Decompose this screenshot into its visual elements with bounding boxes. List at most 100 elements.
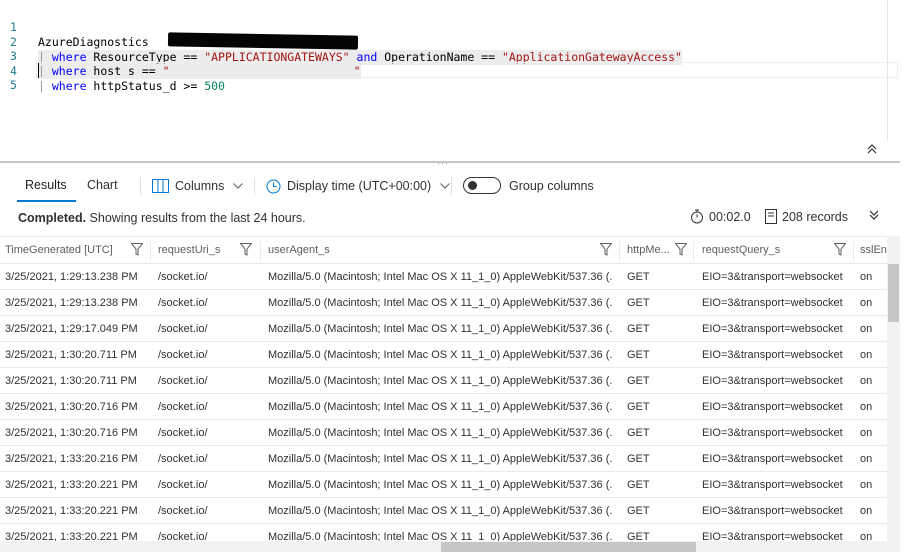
- table-row[interactable]: 3/25/2021, 1:33:20.216 PM/socket.io/Mozi…: [0, 446, 887, 472]
- chevron-down-icon: [233, 183, 244, 189]
- cell-requestquery: EIO=3&transport=websocket: [702, 531, 843, 541]
- cell-httpmethod: GET: [627, 505, 650, 517]
- filter-icon[interactable]: [131, 243, 143, 256]
- code-text: | where httpStatus_d >= 500: [38, 79, 225, 94]
- cell-timegenerated: 3/25/2021, 1:30:20.716 PM: [5, 401, 138, 413]
- column-header-sslenabled[interactable]: sslEna: [860, 244, 887, 256]
- column-header-httpmethod[interactable]: httpMe...: [627, 244, 670, 256]
- column-divider[interactable]: [260, 241, 261, 261]
- table-row[interactable]: 3/25/2021, 1:29:13.238 PM/socket.io/Mozi…: [0, 264, 887, 290]
- stopwatch-icon: [690, 209, 704, 224]
- table-row[interactable]: 3/25/2021, 1:30:20.716 PM/socket.io/Mozi…: [0, 394, 887, 420]
- cell-requestquery: EIO=3&transport=websocket: [702, 427, 843, 439]
- table-row[interactable]: 3/25/2021, 1:29:17.049 PM/socket.io/Mozi…: [0, 316, 887, 342]
- tab-results[interactable]: Results: [25, 178, 67, 192]
- column-divider[interactable]: [693, 241, 694, 261]
- toggle-switch[interactable]: [463, 177, 501, 194]
- query-duration: 00:02.0: [690, 209, 751, 224]
- number-literal: 500: [204, 79, 225, 93]
- cell-useragent: Mozilla/5.0 (Macintosh; Intel Mac OS X 1…: [268, 375, 613, 387]
- table-row[interactable]: 3/25/2021, 1:30:20.711 PM/socket.io/Mozi…: [0, 368, 887, 394]
- cell-httpmethod: GET: [627, 453, 650, 465]
- grid-vertical-scrollbar[interactable]: [887, 236, 900, 541]
- filter-icon[interactable]: [600, 243, 612, 256]
- cell-httpmethod: GET: [627, 479, 650, 491]
- table-row[interactable]: 3/25/2021, 1:33:20.221 PM/socket.io/Mozi…: [0, 498, 887, 524]
- records-value: 208 records: [782, 209, 849, 224]
- group-columns-toggle[interactable]: Group columns: [463, 177, 594, 194]
- cell-timegenerated: 3/25/2021, 1:29:13.238 PM: [5, 297, 138, 309]
- cell-httpmethod: GET: [627, 401, 650, 413]
- line-number: 5: [10, 78, 17, 92]
- scrollbar-thumb[interactable]: [441, 542, 696, 552]
- cell-requesturi: /socket.io/: [158, 479, 208, 491]
- code-line-5: 5: [0, 63, 900, 92]
- column-header-requesturi[interactable]: requestUri_s: [158, 244, 220, 256]
- cell-timegenerated: 3/25/2021, 1:33:20.221 PM: [5, 531, 138, 541]
- column-divider[interactable]: [150, 241, 151, 261]
- columns-button[interactable]: Columns: [152, 177, 244, 195]
- display-time-button[interactable]: Display time (UTC+00:00): [266, 177, 450, 195]
- toolbar-divider: [140, 177, 141, 195]
- cell-useragent: Mozilla/5.0 (Macintosh; Intel Mac OS X 1…: [268, 427, 613, 439]
- table-row[interactable]: 3/25/2021, 1:29:13.238 PM/socket.io/Mozi…: [0, 290, 887, 316]
- cell-requestquery: EIO=3&transport=websocket: [702, 323, 843, 335]
- filter-icon[interactable]: [240, 243, 252, 256]
- code-line-2: 2 | where ResourceType == "APPLICATIONGA…: [0, 20, 900, 65]
- expand-details-icon[interactable]: [868, 209, 880, 221]
- tab-chart[interactable]: Chart: [87, 178, 118, 192]
- cell-requesturi: /socket.io/: [158, 349, 208, 361]
- cell-requestquery: EIO=3&transport=websocket: [702, 375, 843, 387]
- query-editor[interactable]: 1 AzureDiagnostics 2 | where ResourceTyp…: [0, 0, 908, 160]
- cell-requesturi: /socket.io/: [158, 427, 208, 439]
- column-divider[interactable]: [619, 241, 620, 261]
- cell-requestquery: EIO=3&transport=websocket: [702, 401, 843, 413]
- filter-icon[interactable]: [834, 243, 846, 256]
- cell-httpmethod: GET: [627, 427, 650, 439]
- cell-requestquery: EIO=3&transport=websocket: [702, 453, 843, 465]
- column-header-useragent[interactable]: userAgent_s: [268, 244, 330, 256]
- results-grid: TimeGenerated [UTC] requestUri_s userAge…: [0, 236, 900, 541]
- scrollbar-thumb[interactable]: [888, 264, 899, 322]
- clock-icon: [266, 179, 281, 194]
- cell-timegenerated: 3/25/2021, 1:33:20.216 PM: [5, 453, 138, 465]
- table-row[interactable]: 3/25/2021, 1:30:20.716 PM/socket.io/Mozi…: [0, 420, 887, 446]
- table-row[interactable]: 3/25/2021, 1:33:20.221 PM/socket.io/Mozi…: [0, 472, 887, 498]
- table-row[interactable]: 3/25/2021, 1:30:20.711 PM/socket.io/Mozi…: [0, 342, 887, 368]
- cell-sslenabled: on: [860, 349, 873, 361]
- cell-timegenerated: 3/25/2021, 1:30:20.711 PM: [5, 375, 137, 387]
- code-line-1: 1 AzureDiagnostics: [0, 5, 900, 49]
- editor-scrollbar[interactable]: [887, 0, 900, 140]
- cell-httpmethod: GET: [627, 323, 650, 335]
- cell-requesturi: /socket.io/: [158, 271, 208, 283]
- grid-header: TimeGenerated [UTC] requestUri_s userAge…: [0, 236, 887, 264]
- cell-timegenerated: 3/25/2021, 1:30:20.711 PM: [5, 349, 137, 361]
- collapse-editor-icon[interactable]: [866, 143, 886, 159]
- cell-requesturi: /socket.io/: [158, 323, 208, 335]
- pane-splitter[interactable]: [0, 161, 900, 163]
- active-tab-indicator: [17, 200, 76, 202]
- display-time-label: Display time (UTC+00:00): [287, 179, 432, 193]
- column-divider[interactable]: [853, 241, 854, 261]
- cell-useragent: Mozilla/5.0 (Macintosh; Intel Mac OS X 1…: [268, 453, 613, 465]
- code-segment: httpStatus_d >=: [86, 79, 205, 93]
- columns-icon: [152, 179, 169, 193]
- filter-icon[interactable]: [675, 243, 687, 256]
- duration-value: 00:02.0: [709, 209, 751, 224]
- cell-timegenerated: 3/25/2021, 1:33:20.221 PM: [5, 479, 138, 491]
- cell-httpmethod: GET: [627, 349, 650, 361]
- cell-requesturi: /socket.io/: [158, 401, 208, 413]
- keyword-where: where: [51, 79, 87, 93]
- cell-useragent: Mozilla/5.0 (Macintosh; Intel Mac OS X 1…: [268, 479, 613, 491]
- cell-sslenabled: on: [860, 271, 873, 283]
- query-status-bar: Completed. Showing results from the last…: [0, 205, 900, 233]
- cell-useragent: Mozilla/5.0 (Macintosh; Intel Mac OS X 1…: [268, 349, 613, 361]
- table-row[interactable]: 3/25/2021, 1:33:20.221 PM/socket.io/Mozi…: [0, 524, 887, 541]
- cell-useragent: Mozilla/5.0 (Macintosh; Intel Mac OS X 1…: [268, 271, 613, 283]
- cell-httpmethod: GET: [627, 271, 650, 283]
- cell-timegenerated: 3/25/2021, 1:29:13.238 PM: [5, 271, 138, 283]
- grid-horizontal-scrollbar[interactable]: [0, 541, 900, 552]
- cell-sslenabled: on: [860, 453, 873, 465]
- column-header-timegenerated[interactable]: TimeGenerated [UTC]: [5, 244, 113, 256]
- column-header-requestquery[interactable]: requestQuery_s: [702, 244, 780, 256]
